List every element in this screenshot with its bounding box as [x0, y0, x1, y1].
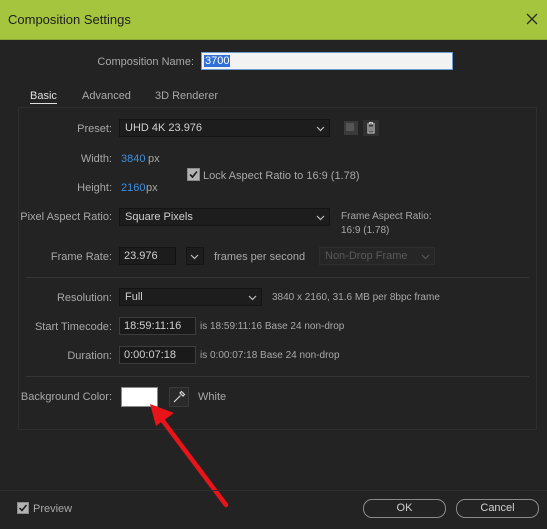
- tab-3d-renderer[interactable]: 3D Renderer: [155, 90, 218, 102]
- width-value[interactable]: 3840: [121, 153, 145, 165]
- divider: [26, 277, 529, 278]
- height-value[interactable]: 2160: [121, 182, 145, 194]
- frame-aspect-label: Frame Aspect Ratio:: [341, 211, 432, 222]
- frame-aspect-value: 16:9 (1.78): [341, 225, 390, 236]
- background-color-label: Background Color:: [20, 391, 112, 403]
- composition-name-label: Composition Name:: [97, 56, 194, 68]
- lock-aspect-label: Lock Aspect Ratio to 16:9 (1.78): [203, 170, 360, 182]
- resolution-info: 3840 x 2160, 31.6 MB per 8bpc frame: [272, 292, 440, 303]
- width-label: Width:: [80, 153, 112, 165]
- close-icon[interactable]: [523, 10, 541, 28]
- lock-aspect-checkbox[interactable]: [187, 168, 200, 181]
- annotation-arrow: [150, 404, 229, 508]
- resolution-dropdown[interactable]: Full: [119, 288, 262, 306]
- start-timecode-input[interactable]: 18:59:11:16: [119, 317, 196, 335]
- footer-divider: [0, 490, 547, 491]
- chevron-down-icon: [421, 254, 430, 260]
- duration-input[interactable]: 0:00:07:18: [119, 346, 196, 364]
- tab-advanced[interactable]: Advanced: [82, 90, 131, 102]
- start-timecode-info: is 18:59:11:16 Base 24 non-drop: [200, 321, 345, 332]
- frame-rate-unit: frames per second: [214, 251, 306, 263]
- composition-name-input[interactable]: 3700: [201, 52, 453, 70]
- trash-icon[interactable]: [363, 120, 379, 136]
- preset-dropdown[interactable]: UHD 4K 23.976: [119, 119, 330, 137]
- chevron-down-icon: [248, 295, 257, 301]
- duration-value: 0:00:07:18: [124, 349, 176, 361]
- chevron-down-icon: [316, 215, 325, 221]
- frame-rate-label: Frame Rate:: [50, 251, 112, 263]
- height-unit: px: [146, 182, 158, 194]
- start-timecode-value: 18:59:11:16: [124, 320, 182, 332]
- frame-rate-input[interactable]: 23.976: [119, 247, 176, 265]
- divider: [26, 376, 529, 377]
- preset-label: Preset:: [77, 123, 112, 135]
- width-unit: px: [148, 153, 160, 165]
- resolution-label: Resolution:: [56, 292, 112, 304]
- title-bar: Composition Settings: [0, 0, 547, 40]
- start-timecode-label: Start Timecode:: [34, 321, 112, 333]
- cancel-button[interactable]: Cancel: [456, 499, 539, 518]
- drop-frame-dropdown: Non-Drop Frame: [319, 247, 435, 265]
- pixel-aspect-label: Pixel Aspect Ratio:: [20, 211, 112, 223]
- save-preset-icon[interactable]: [343, 120, 359, 136]
- drop-frame-value: Non-Drop Frame: [325, 250, 408, 262]
- height-label: Height:: [77, 182, 112, 194]
- preview-label: Preview: [33, 503, 73, 515]
- frame-rate-dropdown[interactable]: [186, 247, 204, 265]
- chevron-down-icon: [316, 126, 325, 132]
- resolution-value: Full: [125, 291, 143, 303]
- tab-basic[interactable]: Basic: [30, 90, 57, 104]
- duration-label: Duration:: [67, 350, 112, 362]
- window-title: Composition Settings: [8, 12, 131, 27]
- composition-name-value: 3700: [204, 55, 231, 67]
- pixel-aspect-value: Square Pixels: [125, 211, 193, 223]
- duration-info: is 0:00:07:18 Base 24 non-drop: [200, 350, 340, 361]
- ok-button[interactable]: OK: [363, 499, 446, 518]
- chevron-down-icon: [190, 254, 199, 260]
- pixel-aspect-dropdown[interactable]: Square Pixels: [119, 208, 330, 226]
- preview-checkbox[interactable]: [17, 502, 29, 514]
- frame-rate-value: 23.976: [124, 250, 158, 262]
- preset-value: UHD 4K 23.976: [125, 122, 203, 134]
